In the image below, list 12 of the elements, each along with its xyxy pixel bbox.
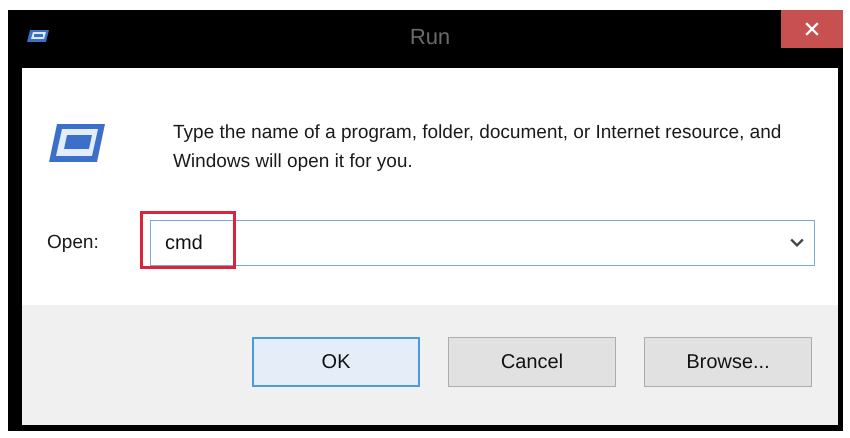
run-icon [26,29,50,43]
dialog-button[interactable]: OK [252,337,420,387]
dialog-button[interactable]: Cancel [448,337,616,387]
run-icon [47,122,107,164]
close-icon[interactable] [805,22,819,36]
instruction-text: Type the name of a program, folder, document, or Internet resource, and Windows will open it for you. [173,121,782,174]
dialog-button[interactable]: Browse... [644,337,812,387]
open-combo-box[interactable]: cmd [150,220,815,266]
close-button[interactable] [781,10,843,48]
dropdown-icon[interactable] [790,238,804,248]
window-title: Run [408,24,452,50]
open-label: Open: [47,232,100,254]
